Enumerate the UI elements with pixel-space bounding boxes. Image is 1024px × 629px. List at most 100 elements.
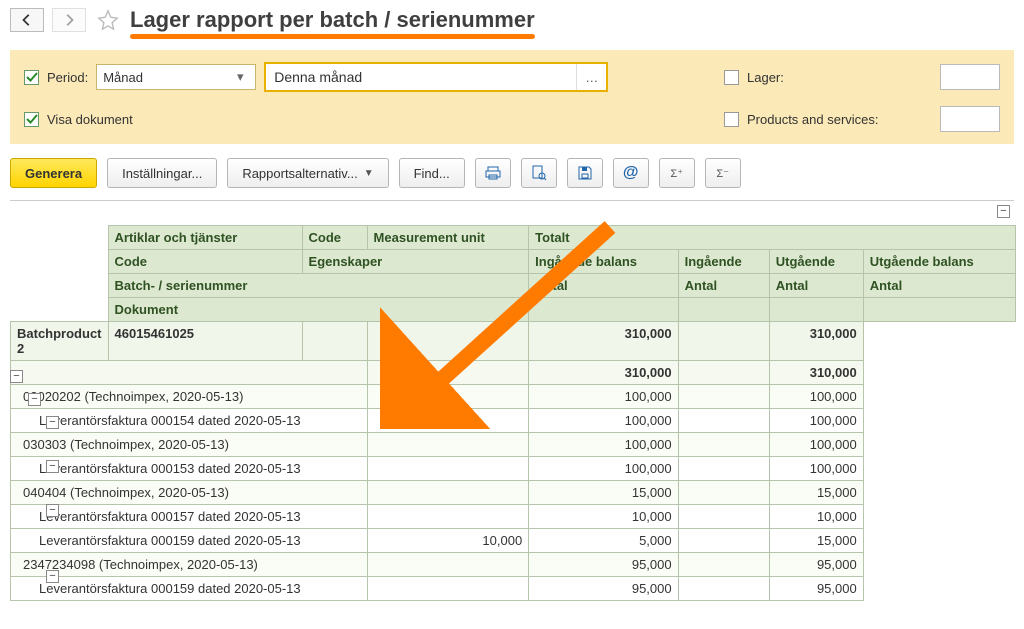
col-code2: Code: [108, 250, 302, 274]
cell-out: 100,000: [769, 385, 863, 409]
cell-unit: [302, 322, 367, 361]
col-batch: Batch- / serienummer: [108, 274, 529, 298]
table-row[interactable]: Leverantörsfaktura 000153 dated 2020-05-…: [11, 457, 1016, 481]
cell-ut: [678, 409, 769, 433]
period-picker-button[interactable]: …: [576, 64, 606, 90]
table-row[interactable]: Leverantörsfaktura 000154 dated 2020-05-…: [11, 409, 1016, 433]
settings-button[interactable]: Inställningar...: [107, 158, 217, 188]
cell-ut: [678, 529, 769, 553]
filter-panel: Period: Månad ▾ … Lager: Visa dokument P…: [10, 50, 1014, 144]
cell-ingaende: 310,000: [529, 322, 678, 361]
settings-label: Inställningar...: [122, 166, 202, 181]
cell-out: 95,000: [769, 553, 863, 577]
cell-label: Batchproduct 2: [11, 322, 109, 361]
tree-toggle[interactable]: −: [46, 504, 59, 517]
email-button[interactable]: @: [613, 158, 649, 188]
toolbar: Generera Inställningar... Rapportsaltern…: [10, 158, 1014, 188]
sum-minus-button[interactable]: Σ⁻: [705, 158, 741, 188]
cell-in: [367, 481, 529, 505]
floppy-icon: [577, 165, 593, 181]
sum-plus-button[interactable]: Σ⁺: [659, 158, 695, 188]
cell-ingaende: 5,000: [529, 529, 678, 553]
preview-button[interactable]: [521, 158, 557, 188]
col-ingaende: Ingående: [678, 250, 769, 274]
tree-toggle[interactable]: −: [28, 393, 41, 406]
cell-label: Leverantörsfaktura 000159 dated 2020-05-…: [11, 577, 368, 601]
table-row[interactable]: 030303 (Technoimpex, 2020-05-13)100,0001…: [11, 433, 1016, 457]
arrow-left-icon: [20, 13, 34, 27]
period-mode-value: Månad: [103, 70, 143, 85]
lager-checkbox[interactable]: [724, 70, 739, 85]
col-unit: Measurement unit: [367, 226, 529, 250]
cell-out: 310,000: [769, 361, 863, 385]
report-options-button[interactable]: Rapportsalternativ... ▼: [227, 158, 388, 188]
report-table: Artiklar och tjänster Code Measurement u…: [10, 225, 1016, 601]
table-row[interactable]: Batchproduct 246015461025 310,000 310,000: [11, 322, 1016, 361]
lager-input[interactable]: [940, 64, 1000, 90]
table-row[interactable]: Leverantörsfaktura 000157 dated 2020-05-…: [11, 505, 1016, 529]
col-in-balance: Ingående balans: [529, 250, 678, 274]
cell-in: [367, 433, 529, 457]
tree-toggle[interactable]: −: [46, 460, 59, 473]
cell-ut: [678, 361, 769, 385]
cell-in: [367, 553, 529, 577]
generate-label: Generera: [25, 166, 82, 181]
chevron-down-icon: ▾: [231, 69, 249, 85]
collapse-all-button[interactable]: −: [997, 205, 1010, 218]
cell-out: 310,000: [769, 322, 863, 361]
sum-minus-icon: Σ⁻: [716, 167, 729, 180]
print-icon: [485, 165, 501, 181]
show-documents-label: Visa dokument: [47, 112, 133, 127]
cell-out: 10,000: [769, 505, 863, 529]
period-label: Period:: [47, 70, 88, 85]
cell-ut: [678, 433, 769, 457]
products-checkbox[interactable]: [724, 112, 739, 127]
cell-ut: [678, 553, 769, 577]
table-row[interactable]: 040404 (Technoimpex, 2020-05-13)15,00015…: [11, 481, 1016, 505]
tree-toggle[interactable]: −: [46, 570, 59, 583]
find-button[interactable]: Find...: [399, 158, 465, 188]
cell-ingaende: 100,000: [529, 433, 678, 457]
print-button[interactable]: [475, 158, 511, 188]
chevron-down-icon: ▼: [364, 168, 374, 179]
preview-icon: [531, 165, 547, 181]
period-mode-select[interactable]: Månad ▾: [96, 64, 256, 90]
cell-ut: [678, 481, 769, 505]
period-value-input[interactable]: [266, 64, 576, 90]
cell-ingaende: 95,000: [529, 577, 678, 601]
nav-back-button[interactable]: [10, 8, 44, 32]
cell-code: 46015461025: [108, 322, 302, 361]
period-checkbox[interactable]: [24, 70, 39, 85]
products-input[interactable]: [940, 106, 1000, 132]
nav-forward-button[interactable]: [52, 8, 86, 32]
show-documents-checkbox[interactable]: [24, 112, 39, 127]
tree-toggle[interactable]: −: [46, 416, 59, 429]
col-total: Totalt: [529, 226, 1016, 250]
cell-label: [11, 361, 368, 385]
table-row[interactable]: 02020202 (Technoimpex, 2020-05-13)100,00…: [11, 385, 1016, 409]
save-button[interactable]: [567, 158, 603, 188]
cell-in: [367, 361, 529, 385]
lager-label: Lager:: [747, 70, 784, 85]
favorite-star-icon[interactable]: [94, 6, 122, 34]
col-properties: Egenskaper: [302, 250, 529, 274]
cell-out: 100,000: [769, 457, 863, 481]
cell-ingaende: 100,000: [529, 385, 678, 409]
tree-toggle[interactable]: −: [10, 370, 23, 383]
table-row[interactable]: Leverantörsfaktura 000159 dated 2020-05-…: [11, 529, 1016, 553]
table-row[interactable]: 2347234098 (Technoimpex, 2020-05-13) 95,0…: [11, 553, 1016, 577]
cell-out: 95,000: [769, 577, 863, 601]
cell-ut: [678, 322, 769, 361]
cell-ingaende: 10,000: [529, 505, 678, 529]
generate-button[interactable]: Generera: [10, 158, 97, 188]
cell-label: 2347234098 (Technoimpex, 2020-05-13): [11, 553, 368, 577]
cell-in: [367, 457, 529, 481]
cell-label: Leverantörsfaktura 000159 dated 2020-05-…: [11, 529, 368, 553]
cell-ut: [678, 577, 769, 601]
table-row[interactable]: 310,000310,000: [11, 361, 1016, 385]
arrow-right-icon: [62, 13, 76, 27]
sum-plus-icon: Σ⁺: [670, 167, 683, 180]
cell-label: 030303 (Technoimpex, 2020-05-13): [11, 433, 368, 457]
cell-in: [367, 505, 529, 529]
table-row[interactable]: Leverantörsfaktura 000159 dated 2020-05-…: [11, 577, 1016, 601]
